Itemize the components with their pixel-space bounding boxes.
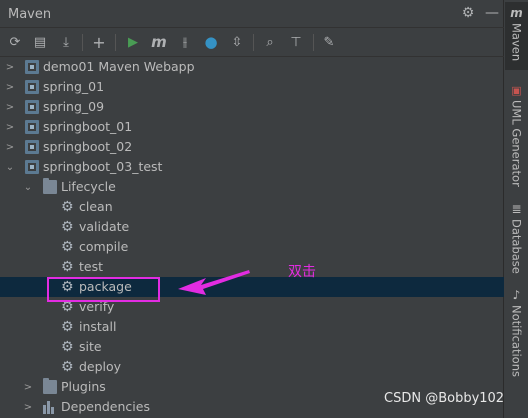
project-label: springboot_01 bbox=[43, 119, 133, 134]
project-label: demo01 Maven Webapp bbox=[43, 59, 195, 74]
phase-label: deploy bbox=[79, 359, 122, 374]
project-label: spring_01 bbox=[43, 79, 105, 94]
tree-row-phase[interactable]: ⚙ site bbox=[0, 337, 504, 357]
maven-projects-tree: > demo01 Maven Webapp > spring_01 > spri… bbox=[0, 57, 504, 418]
sidebar-tab-uml-generator[interactable]: ▣ UML Generator bbox=[505, 84, 528, 190]
tree-row-project[interactable]: > springboot_01 bbox=[0, 117, 504, 137]
generate-sources-icon[interactable]: ▤ bbox=[31, 33, 49, 51]
chevron-right-icon[interactable]: > bbox=[4, 119, 16, 135]
phase-label: test bbox=[79, 259, 104, 274]
tree-row-project[interactable]: > spring_01 bbox=[0, 77, 504, 97]
gear-icon: ⚙ bbox=[61, 199, 74, 215]
tree-row-project[interactable]: > spring_09 bbox=[0, 97, 504, 117]
expand-icon[interactable]: ⊤ bbox=[287, 33, 305, 51]
lifecycle-label: Lifecycle bbox=[61, 179, 116, 194]
tree-row-project[interactable]: > demo01 Maven Webapp bbox=[0, 57, 504, 77]
show-dependencies-icon[interactable]: ⌕ bbox=[261, 33, 279, 51]
tree-row-phase[interactable]: ⚙ install bbox=[0, 317, 504, 337]
gear-icon: ⚙ bbox=[61, 339, 74, 355]
sidebar-tab-database[interactable]: ≣ Database bbox=[505, 202, 528, 274]
tree-row-phase[interactable]: ⚙ validate bbox=[0, 217, 504, 237]
toolbar-separator bbox=[82, 34, 83, 51]
skip-tests-icon[interactable]: ● bbox=[202, 33, 220, 51]
toolbar-separator bbox=[253, 34, 254, 51]
watermark: CSDN @Bobby102 bbox=[384, 391, 505, 406]
collapse-icon[interactable]: ⇳ bbox=[228, 33, 246, 51]
uml-icon: ▣ bbox=[511, 84, 522, 97]
tree-row-lifecycle[interactable]: ⌄ Lifecycle bbox=[0, 177, 504, 197]
maven-tool-window: Maven ⚙ — ⟳ ▤ ⤓ + ▶ m ⫲ ● ⇳ ⌕ ⊤ ✎ > demo… bbox=[0, 0, 504, 418]
sidebar-tab-label: Database bbox=[509, 219, 524, 274]
tree-row-phase[interactable]: ⚙ compile bbox=[0, 237, 504, 257]
tree-row-project[interactable]: ⌄ springboot_03_test bbox=[0, 157, 504, 177]
tree-row-phase[interactable]: ⚙ test bbox=[0, 257, 504, 277]
chevron-right-icon[interactable]: > bbox=[4, 79, 16, 95]
phase-label: validate bbox=[79, 219, 130, 234]
sidebar-tab-notifications[interactable]: ♪ Notifications bbox=[505, 288, 528, 406]
bell-icon: ♪ bbox=[512, 288, 521, 302]
tool-window-header: Maven ⚙ — bbox=[0, 0, 504, 28]
tree-row-project[interactable]: > springboot_02 bbox=[0, 137, 504, 157]
tree-row-phase[interactable]: ⚙ clean bbox=[0, 197, 504, 217]
project-label: spring_09 bbox=[43, 99, 105, 114]
phase-label: site bbox=[79, 339, 102, 354]
right-tool-strip: m Maven ▣ UML Generator ≣ Database ♪ Not… bbox=[505, 0, 528, 418]
gear-icon: ⚙ bbox=[61, 239, 74, 255]
reload-icon[interactable]: ⟳ bbox=[6, 33, 24, 51]
toolbar-separator bbox=[313, 34, 314, 51]
chevron-down-icon[interactable]: ⌄ bbox=[4, 159, 16, 175]
chevron-right-icon[interactable]: > bbox=[22, 379, 34, 395]
minimize-icon[interactable]: — bbox=[484, 5, 500, 21]
maven-project-icon bbox=[25, 60, 39, 74]
gear-icon: ⚙ bbox=[61, 319, 74, 335]
plugins-label: Plugins bbox=[61, 379, 106, 394]
sidebar-tab-maven[interactable]: m Maven bbox=[505, 2, 528, 70]
maven-project-icon bbox=[25, 140, 39, 154]
maven-project-icon bbox=[25, 100, 39, 114]
gear-icon: ⚙ bbox=[61, 259, 74, 275]
panel-title: Maven bbox=[8, 7, 52, 22]
run-icon[interactable]: ▶ bbox=[124, 33, 142, 51]
maven-project-icon bbox=[25, 120, 39, 134]
toolbar-separator bbox=[115, 34, 116, 51]
download-icon[interactable]: ⤓ bbox=[57, 33, 75, 51]
gear-icon[interactable]: ⚙ bbox=[460, 5, 476, 21]
sidebar-tab-label: UML Generator bbox=[509, 100, 524, 187]
chevron-right-icon[interactable]: > bbox=[4, 59, 16, 75]
sidebar-tab-label: Notifications bbox=[509, 305, 524, 377]
highlight-box bbox=[47, 277, 160, 302]
chevron-down-icon[interactable]: ⌄ bbox=[22, 179, 34, 195]
project-label: springboot_02 bbox=[43, 139, 133, 154]
phase-label: install bbox=[79, 319, 117, 334]
add-icon[interactable]: + bbox=[90, 33, 108, 52]
gear-icon: ⚙ bbox=[61, 219, 74, 235]
maven-project-icon bbox=[25, 160, 39, 174]
gear-icon: ⚙ bbox=[61, 359, 74, 375]
database-icon: ≣ bbox=[511, 202, 522, 216]
tree-row-phase[interactable]: ⚙ deploy bbox=[0, 357, 504, 377]
toggle-offline-icon[interactable]: ⫲ bbox=[176, 33, 194, 51]
phase-label: compile bbox=[79, 239, 129, 254]
folder-icon bbox=[43, 378, 57, 394]
chevron-right-icon[interactable]: > bbox=[4, 99, 16, 115]
execute-goal-icon[interactable]: m bbox=[150, 33, 168, 51]
annotation-text: 双击 bbox=[288, 264, 316, 280]
wrench-icon[interactable]: ✎ bbox=[320, 33, 338, 51]
maven-project-icon bbox=[25, 80, 39, 94]
sidebar-tab-label: Maven bbox=[509, 23, 524, 62]
chevron-right-icon[interactable]: > bbox=[4, 139, 16, 155]
project-label: springboot_03_test bbox=[43, 159, 163, 174]
phase-label: clean bbox=[79, 199, 113, 214]
maven-icon: m bbox=[510, 6, 523, 20]
chevron-right-icon[interactable]: > bbox=[22, 399, 34, 415]
dependencies-icon bbox=[43, 400, 57, 414]
dependencies-label: Dependencies bbox=[61, 399, 150, 414]
maven-toolbar: ⟳ ▤ ⤓ + ▶ m ⫲ ● ⇳ ⌕ ⊤ ✎ bbox=[0, 28, 504, 57]
folder-icon bbox=[43, 178, 57, 194]
